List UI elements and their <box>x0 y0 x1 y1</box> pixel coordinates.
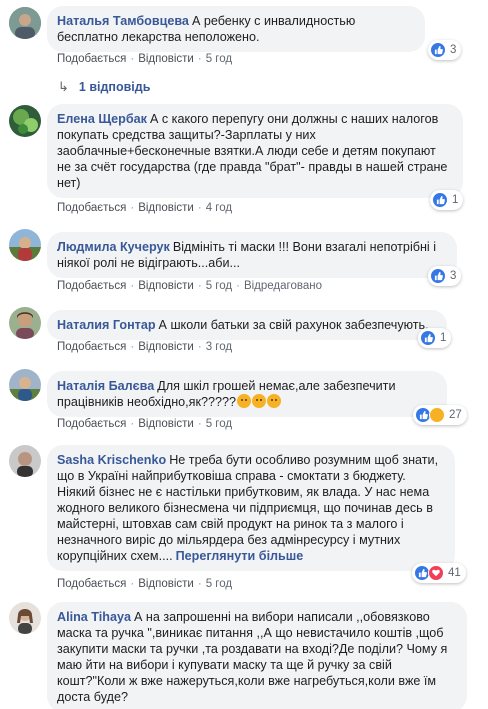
like-icon <box>430 42 446 58</box>
comment-author[interactable]: Наталья Тамбовцева <box>57 14 189 28</box>
comment-author[interactable]: Sasha Krischenko <box>57 453 166 467</box>
comment-actions: Подобається · Відповісти · 5 год · Відредагова… <box>57 280 322 292</box>
replies-label[interactable]: 1 відповідь <box>79 80 150 94</box>
reply-button[interactable]: Відповісти <box>138 578 194 590</box>
reaction-count[interactable]: 3 <box>428 40 462 60</box>
comment-bubble: Наталья Тамбовцева А ребенку с инвалиднос… <box>47 6 425 52</box>
like-icon <box>430 268 446 284</box>
timestamp[interactable]: 5 год <box>206 280 232 292</box>
avatar[interactable] <box>9 7 41 39</box>
like-button[interactable]: Подобається <box>57 578 126 590</box>
timestamp[interactable]: 4 год <box>206 202 232 214</box>
reaction-count[interactable]: 1 <box>418 328 452 348</box>
comment-bubble: Alina Tihaya А на запрошенні на вибори на… <box>47 602 467 709</box>
reaction-number: 3 <box>450 44 457 56</box>
comment-author[interactable]: Наталія Балєва <box>57 379 154 393</box>
comment-bubble: Наталія Балєва Для шкіл грошей немає,але … <box>47 371 447 417</box>
reply-button[interactable]: Відповісти <box>138 341 194 353</box>
sad-reaction-icon <box>429 407 445 423</box>
avatar[interactable] <box>9 105 41 137</box>
reply-button[interactable]: Відповісти <box>138 53 194 65</box>
sad-emoji-icon <box>267 394 282 408</box>
comment-text: Не треба бути особливо розумним щоб знат… <box>57 453 439 563</box>
reply-button[interactable]: Відповісти <box>138 418 194 430</box>
view-replies-link[interactable]: ↳ 1 відповідь <box>58 79 150 95</box>
avatar[interactable] <box>9 229 41 261</box>
comment-author[interactable]: Елена Щербак <box>57 112 147 126</box>
reaction-number: 1 <box>452 194 459 206</box>
see-more-link[interactable]: Переглянути більше <box>176 549 304 563</box>
comment-bubble: Елена Щербак А с какого перепугу они долж… <box>47 104 463 198</box>
comment-actions: Подобається · Відповісти · 5 год <box>57 418 233 430</box>
like-button[interactable]: Подобається <box>57 341 126 353</box>
like-icon <box>432 192 448 208</box>
comment-author[interactable]: Alina Tihaya <box>57 610 131 624</box>
reaction-number: 41 <box>448 567 461 579</box>
sad-emoji-icon <box>237 394 252 408</box>
comment-bubble: Наталия Гонтар А школи батьки за свій рах… <box>47 310 447 340</box>
reply-button[interactable]: Відповісти <box>138 202 194 214</box>
reaction-count[interactable]: 41 <box>412 563 466 583</box>
comment-actions: Подобається · Відповісти · 5 год <box>57 578 233 590</box>
comment-actions: Подобається · Відповісти · 3 год <box>57 341 233 353</box>
comment-actions: Подобається · Відповісти · 5 год <box>57 53 233 65</box>
reply-button[interactable]: Відповісти <box>138 280 194 292</box>
like-button[interactable]: Подобається <box>57 418 126 430</box>
comment-actions: Подобається · Відповісти · 4 год <box>57 202 233 214</box>
reaction-number: 27 <box>449 409 462 421</box>
reply-arrow-icon: ↳ <box>58 79 69 94</box>
like-button[interactable]: Подобається <box>57 53 126 65</box>
like-button[interactable]: Подобається <box>57 280 126 292</box>
reaction-count[interactable]: 3 <box>428 266 462 286</box>
like-icon <box>420 330 436 346</box>
timestamp[interactable]: 5 год <box>206 53 232 65</box>
timestamp[interactable]: 5 год <box>206 418 232 430</box>
avatar[interactable] <box>9 445 41 477</box>
timestamp[interactable]: 5 год <box>206 578 232 590</box>
comment-bubble: Людмила Кучерук Відмініть ті маски !!! Во… <box>47 232 457 278</box>
sad-emoji-icon <box>252 394 267 408</box>
reaction-number: 1 <box>440 332 447 344</box>
avatar[interactable] <box>9 369 41 401</box>
reaction-number: 3 <box>450 270 457 282</box>
comment-author[interactable]: Наталия Гонтар <box>57 318 156 332</box>
avatar[interactable] <box>9 307 41 339</box>
timestamp[interactable]: 3 год <box>206 341 232 353</box>
edited-label[interactable]: Відредаговано <box>244 280 322 292</box>
comment-text: А школи батьки за свій рахунок забезпечу… <box>158 318 429 332</box>
comment-bubble: Sasha Krischenko Не треба бути особливо р… <box>47 445 455 571</box>
heart-icon <box>428 565 444 581</box>
avatar[interactable] <box>9 602 41 634</box>
like-button[interactable]: Подобається <box>57 202 126 214</box>
reaction-count[interactable]: 27 <box>413 405 467 425</box>
comment-author[interactable]: Людмила Кучерук <box>57 240 170 254</box>
comment-text: А на запрошенні на вибори написали ,,обо… <box>57 610 448 704</box>
reaction-count[interactable]: 1 <box>430 190 464 210</box>
